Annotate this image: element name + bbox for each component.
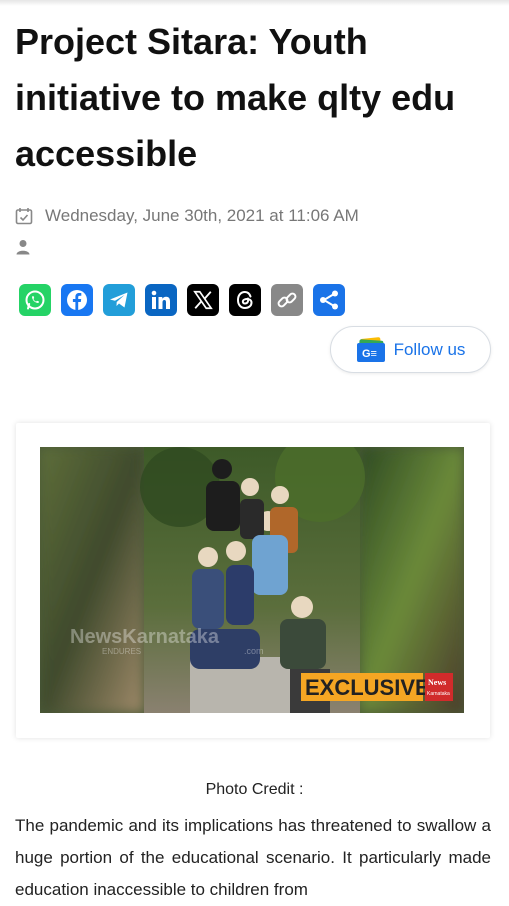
- whatsapp-icon: [25, 290, 45, 310]
- article-title: Project Sitara: Youth initiative to make…: [15, 21, 456, 174]
- photo-credit: Photo Credit :: [205, 781, 304, 798]
- threads-share-button[interactable]: [229, 284, 261, 316]
- svg-text:NewsKarnataka: NewsKarnataka: [70, 626, 220, 648]
- x-icon: [193, 290, 213, 310]
- featured-image-card: NewsKarnataka ENDURES .com EXCLUSIVE New…: [16, 423, 490, 738]
- article-date-row: Wednesday, June 30th, 2021 at 11:06 AM: [15, 206, 359, 226]
- svg-text:EXCLUSIVE: EXCLUSIVE: [305, 675, 430, 700]
- linkedin-icon: [151, 290, 170, 309]
- google-news-icon: G≡: [356, 336, 385, 362]
- svg-text:G≡: G≡: [362, 348, 377, 360]
- article-date: Wednesday, June 30th, 2021 at 11:06 AM: [45, 206, 359, 225]
- featured-photo: NewsKarnataka ENDURES .com EXCLUSIVE New…: [40, 447, 464, 713]
- share-button[interactable]: [313, 284, 345, 316]
- whatsapp-share-button[interactable]: [19, 284, 51, 316]
- threads-icon: [236, 290, 253, 310]
- facebook-share-button[interactable]: [61, 284, 93, 316]
- header-shadow: [0, 0, 509, 6]
- facebook-icon: [67, 290, 87, 310]
- google-news-follow-button[interactable]: G≡ Follow us: [330, 326, 491, 373]
- copy-link-button[interactable]: [271, 284, 303, 316]
- svg-text:ENDURES: ENDURES: [102, 647, 141, 656]
- svg-text:.com: .com: [244, 646, 264, 656]
- linkedin-share-button[interactable]: [145, 284, 177, 316]
- article-body: The pandemic and its implications has th…: [15, 816, 491, 899]
- svg-text:Karnataka: Karnataka: [427, 691, 450, 697]
- share-buttons: [19, 284, 345, 316]
- svg-text:News: News: [428, 678, 446, 687]
- article-author-row: [15, 239, 31, 255]
- telegram-icon: [110, 292, 128, 308]
- follow-label: Follow us: [393, 339, 466, 359]
- user-icon: [15, 239, 31, 255]
- link-icon: [277, 292, 297, 308]
- share-icon: [320, 290, 338, 310]
- telegram-share-button[interactable]: [103, 284, 135, 316]
- x-share-button[interactable]: [187, 284, 219, 316]
- calendar-check-icon: [15, 207, 33, 225]
